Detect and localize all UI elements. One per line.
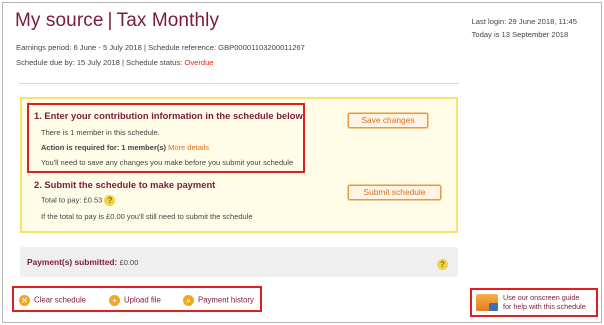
action-required-label: Action is required for: 1 member(s) [41,143,167,152]
step1-title: 1. Enter your contribution information i… [34,110,303,121]
payment-history-link[interactable]: ⌕ Payment history [183,295,254,306]
meta-divider: | [122,58,124,67]
step2-title: 2. Submit the schedule to make payment [34,179,216,190]
question-icon[interactable]: ? [104,195,116,206]
search-icon: ⌕ [183,295,194,306]
earnings-period-value: 6 June - 5 July 2018 [73,43,142,52]
schedule-info-line1: Earnings period: 6 June - 5 July 2018 | … [16,43,305,52]
member-count-text: There is 1 member in this schedule. [41,128,160,137]
title-source: My source [15,10,104,31]
schedule-ref-value: GBP00001103200011267 [218,43,305,52]
title-scheme: Tax Monthly [116,10,220,31]
save-changes-button[interactable]: Save changes [348,113,428,128]
zero-total-note: If the total to pay is £0.00 you'll stil… [41,212,253,221]
earnings-period-label: Earnings period: [16,43,72,52]
action-required-line: Action is required for: 1 member(s) More… [41,143,209,152]
schedule-info-line2: Schedule due by: 15 July 2018 | Schedule… [16,58,214,67]
today-date: Today is 13 September 2018 [471,30,569,39]
clear-schedule-link[interactable]: ✕ Clear schedule [19,295,86,306]
close-circle-icon: ✕ [19,295,30,306]
due-value: 15 July 2018 [76,58,120,67]
payments-label-text: Payment(s) submitted: [27,257,118,267]
payments-submitted-label: Payment(s) submitted: £0.00 [27,257,138,267]
upload-file-link[interactable]: + Upload file [109,295,161,306]
total-to-pay: Total to pay: £0.53 [41,195,103,205]
total-to-pay-line: Total to pay: £0.53 ? [41,195,116,206]
session-info: Last login: 29 June 2018, 11:45 Today is… [472,15,577,41]
upload-file-label: Upload file [124,295,161,305]
guide-line1: Use our onscreen guide [503,293,580,302]
clear-schedule-label: Clear schedule [34,295,87,305]
page-title: My source | Tax Monthly [15,10,219,32]
payments-submitted-panel: Payment(s) submitted: £0.00 ? [20,247,458,277]
schedule-ref-label: Schedule reference: [148,43,217,52]
payment-history-label: Payment history [198,295,254,305]
guide-line2: for help with this schedule [503,302,586,311]
save-note: You'll need to save any changes you make… [41,158,294,167]
guide-screen-icon [476,294,498,311]
title-separator: | [107,10,113,31]
last-login: Last login: 29 June 2018, 11:45 [471,17,577,26]
submit-schedule-button[interactable]: Submit schedule [348,185,441,200]
onscreen-guide-link[interactable]: Use our onscreen guide for help with thi… [470,288,598,317]
upload-icon: + [109,295,120,306]
status-badge: Overdue [184,58,214,67]
due-label: Schedule due by: [16,58,75,67]
question-icon[interactable]: ? [437,259,448,270]
meta-divider: | [143,43,146,52]
guide-text: Use our onscreen guide for help with thi… [503,293,586,311]
status-label: Schedule status: [126,58,183,67]
more-details-link[interactable]: More details [168,143,209,152]
page-frame: My source | Tax Monthly Earnings period: 6… [2,2,602,323]
divider [19,83,459,84]
payments-submitted-value: £0.00 [119,258,139,267]
